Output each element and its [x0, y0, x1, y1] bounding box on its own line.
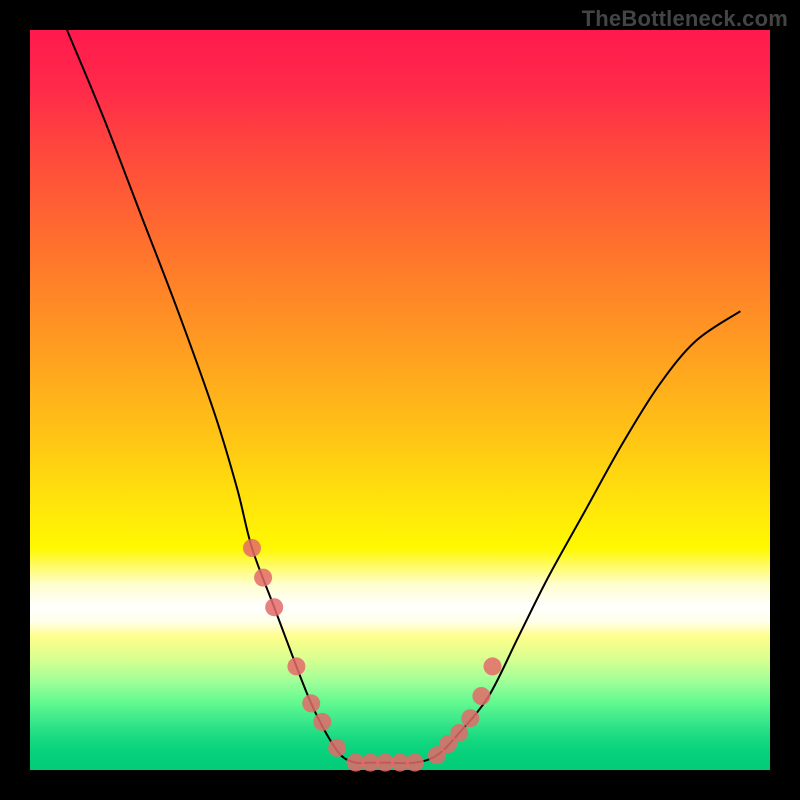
- highlight-dot: [254, 569, 272, 587]
- bottleneck-curve-path: [67, 30, 740, 763]
- highlight-dot: [265, 598, 283, 616]
- highlight-dot: [243, 539, 261, 557]
- highlight-dot: [287, 657, 305, 675]
- highlight-dot: [302, 694, 320, 712]
- highlight-dot: [450, 724, 468, 742]
- highlight-dots: [243, 539, 502, 772]
- highlight-dot: [461, 709, 479, 727]
- highlight-dot: [406, 754, 424, 772]
- watermark-text: TheBottleneck.com: [582, 6, 788, 32]
- bottleneck-curve: [67, 30, 740, 763]
- chart-frame: TheBottleneck.com: [0, 0, 800, 800]
- highlight-dot: [472, 687, 490, 705]
- highlight-dot: [313, 713, 331, 731]
- plot-area: [30, 30, 770, 770]
- curve-layer: [30, 30, 770, 770]
- highlight-dot: [328, 739, 346, 757]
- highlight-dot: [484, 657, 502, 675]
